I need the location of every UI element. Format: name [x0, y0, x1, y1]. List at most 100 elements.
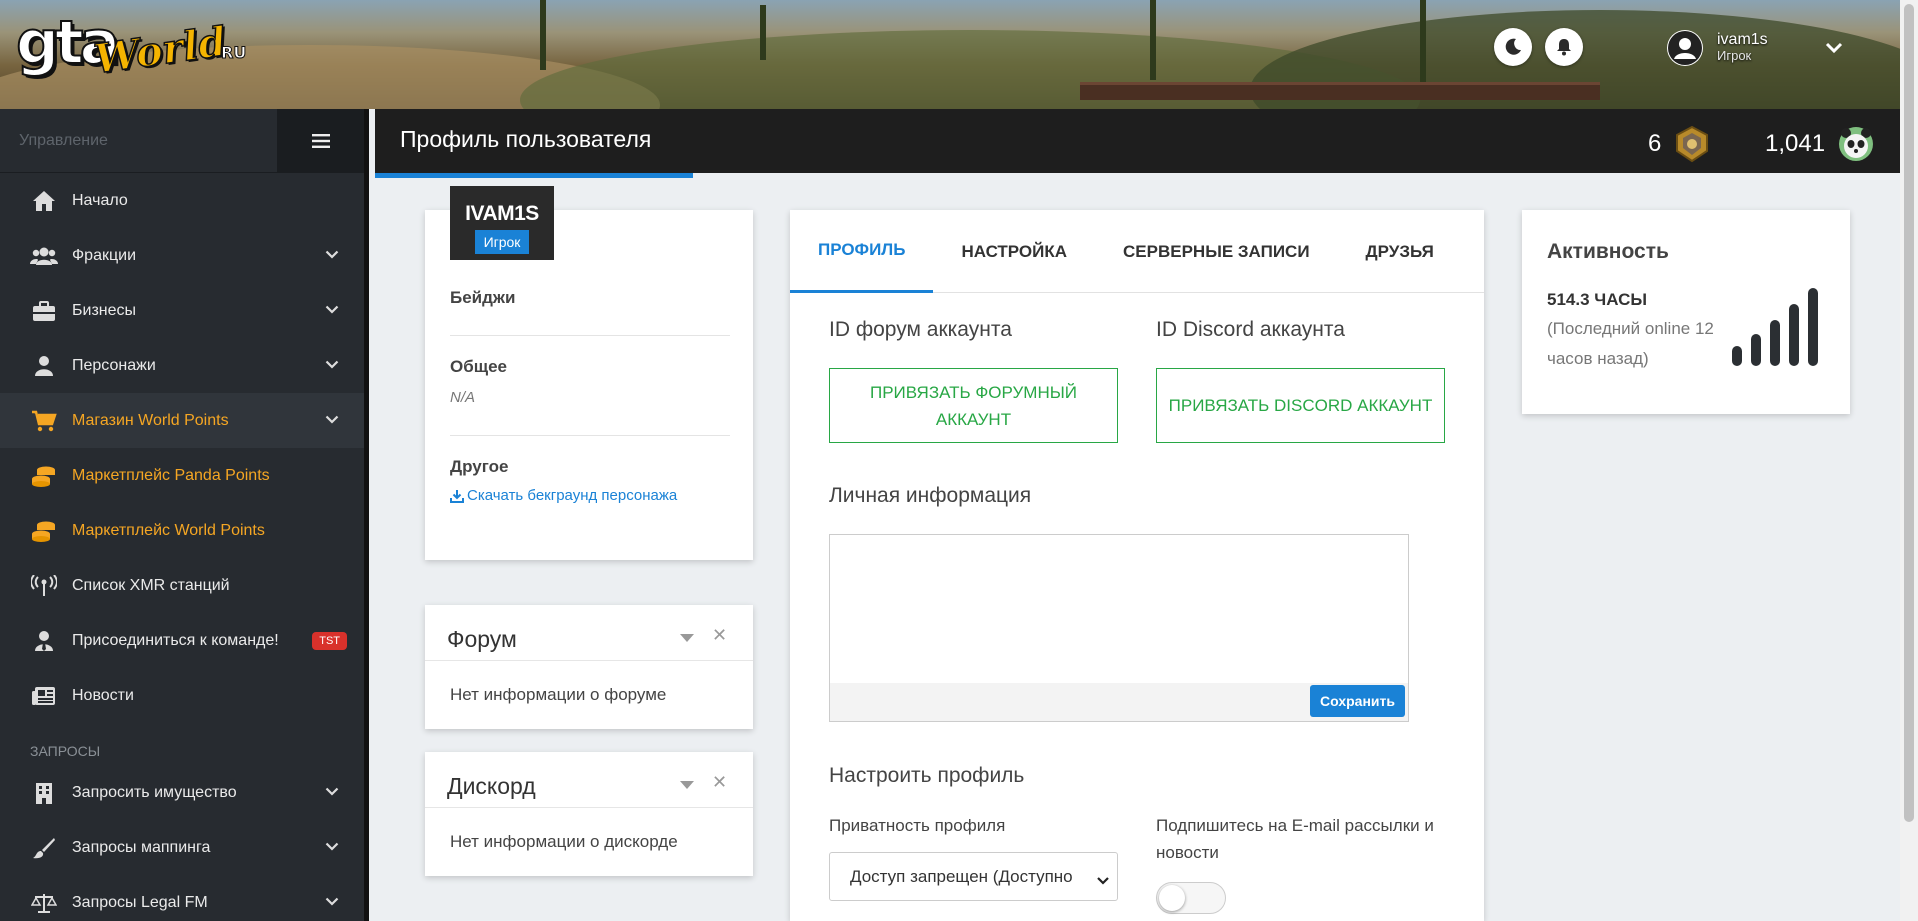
sidebar-item-news[interactable]: Новости [0, 668, 369, 723]
link-forum-button[interactable]: ПРИВЯЗАТЬ ФОРУМНЫЙ АККАУНТ [829, 368, 1118, 443]
page-scrollbar[interactable] [1900, 0, 1918, 921]
privacy-label: Приватность профиля [829, 816, 1006, 835]
user-menu[interactable]: ivam1s Игрок [1667, 26, 1843, 70]
chevron-down-icon [325, 838, 339, 856]
sidebar-item-world-marketplace[interactable]: Маркетплейс World Points [0, 503, 369, 558]
sidebar: Управление Начало Фракции Бизнесы Персон… [0, 108, 369, 921]
tab-server-records[interactable]: СЕРВЕРНЫЕ ЗАПИСИ [1095, 210, 1338, 293]
discord-id-heading: ID Discord аккаунта [1156, 318, 1345, 341]
antenna-icon [30, 573, 58, 599]
profile-name: IVAM1S [465, 202, 539, 225]
tab-friends[interactable]: ДРУЗЬЯ [1338, 210, 1462, 293]
profile-tabs: ПРОФИЛЬ НАСТРОЙКА СЕРВЕРНЫЕ ЗАПИСИ ДРУЗЬ… [790, 210, 1484, 293]
privacy-select[interactable]: Доступ запрещен (Доступно [829, 852, 1118, 901]
user-name: ivam1s [1717, 31, 1768, 48]
newspaper-icon [30, 683, 58, 709]
home-icon [30, 188, 58, 214]
forum-card-title: Форум [447, 626, 517, 652]
forum-card-body: Нет информации о форуме [450, 685, 667, 704]
scale-icon [30, 890, 58, 916]
sidebar-item-label: Новости [72, 686, 134, 704]
sidebar-item-label: Запросы Legal FM [72, 893, 208, 911]
tab-profile[interactable]: ПРОФИЛЬ [790, 210, 934, 293]
sidebar-item-label: Маркетплейс World Points [72, 521, 265, 539]
sidebar-item-label: Присоединиться к команде! [72, 631, 279, 649]
general-heading: Общее [450, 357, 507, 376]
configure-profile-heading: Настроить профиль [829, 764, 1025, 787]
sidebar-item-label: Запросы маппинга [72, 838, 211, 856]
sidebar-item-panda-marketplace[interactable]: Маркетплейс Panda Points [0, 448, 369, 503]
collapse-icon[interactable] [680, 629, 694, 647]
activity-last-online: (Последний online 12 часов назад) [1547, 319, 1714, 368]
sidebar-item-xmr-stations[interactable]: Список XMR станций [0, 558, 369, 613]
title-progress-bar [375, 173, 693, 178]
role-badge: Игрок [474, 230, 530, 254]
sidebar-item-join-team[interactable]: Присоединиться к команде! TST [0, 613, 369, 668]
user-avatar-icon [1668, 31, 1702, 65]
chevron-down-icon [325, 893, 339, 911]
site-logo[interactable]: gta World RU [15, 7, 247, 88]
hamburger-icon [311, 133, 330, 148]
activity-card: Активность 514.3 ЧАСЫ (Последний online … [1522, 210, 1850, 414]
discord-card: Дискорд ✕ Нет информации о дискорде [425, 752, 753, 876]
sidebar-item-label: Список XMR станций [72, 576, 230, 594]
user-tie-icon [30, 628, 58, 654]
discord-card-body: Нет информации о дискорде [450, 832, 678, 851]
close-icon[interactable]: ✕ [712, 772, 727, 793]
sidebar-item-label: Маркетплейс Panda Points [72, 466, 270, 484]
users-icon [30, 243, 58, 269]
building-icon [30, 780, 58, 806]
sidebar-item-home[interactable]: Начало [0, 173, 369, 228]
chevron-down-icon [1825, 38, 1843, 59]
other-heading: Другое [450, 457, 509, 476]
medal-icon [1676, 125, 1709, 163]
link-discord-button[interactable]: ПРИВЯЗАТЬ DISCORD АККАУНТ [1156, 368, 1445, 443]
chevron-down-icon [325, 411, 339, 429]
page-title: Профиль пользователя [400, 126, 652, 152]
user-icon [30, 353, 58, 379]
subscribe-toggle[interactable] [1156, 882, 1226, 914]
close-icon[interactable]: ✕ [712, 625, 727, 646]
dark-mode-button[interactable] [1494, 28, 1532, 66]
rank-value: 6 [1648, 130, 1662, 157]
sidebar-item-label: Бизнесы [72, 301, 137, 319]
sidebar-item-legal-fm-requests[interactable]: Запросы Legal FM [0, 875, 369, 921]
sidebar-toggle-button[interactable] [277, 108, 364, 173]
briefcase-icon [30, 298, 58, 324]
general-value: N/A [450, 389, 476, 406]
sidebar-item-characters[interactable]: Персонажи [0, 338, 369, 393]
sidebar-item-mapping-requests[interactable]: Запросы маппинга [0, 820, 369, 875]
tab-settings[interactable]: НАСТРОЙКА [933, 210, 1095, 293]
user-role: Игрок [1717, 48, 1752, 63]
download-icon [450, 489, 464, 503]
personal-info-textarea[interactable]: Сохранить [829, 534, 1409, 722]
collapse-icon[interactable] [680, 776, 694, 794]
panda-icon [1839, 127, 1874, 161]
points-value: 1,041 [1765, 130, 1826, 157]
notifications-button[interactable] [1545, 28, 1583, 66]
sidebar-item-factions[interactable]: Фракции [0, 228, 369, 283]
activity-hours: 514.3 ЧАСЫ [1547, 290, 1647, 309]
activity-level-icon [1732, 288, 1818, 366]
download-background-link[interactable]: Скачать бекграунд персонажа [450, 487, 730, 504]
forum-card: Форум ✕ Нет информации о форуме [425, 605, 753, 729]
chevron-down-icon [325, 246, 339, 264]
sidebar-item-label: Магазин World Points [72, 411, 229, 429]
points-stat: 1,041 [1765, 125, 1875, 163]
coins-icon [30, 518, 58, 544]
sidebar-scrollbar[interactable] [364, 109, 369, 921]
save-button[interactable]: Сохранить [1310, 685, 1405, 717]
status-badge: TST [312, 631, 347, 650]
sidebar-item-request-property[interactable]: Запросить имущество [0, 765, 369, 820]
sidebar-item-world-points-shop[interactable]: Магазин World Points [0, 393, 369, 448]
profile-card: Бейджи Общее N/A Другое Скачать бекграун… [425, 210, 753, 560]
sidebar-item-businesses[interactable]: Бизнесы [0, 283, 369, 338]
sidebar-label: Управление [19, 131, 108, 149]
chevron-down-icon [325, 783, 339, 801]
profile-name-box: IVAM1S Игрок [450, 186, 554, 260]
sidebar-section-requests: ЗАПРОСЫ [30, 743, 101, 759]
chevron-down-icon [325, 356, 339, 374]
coins-icon [30, 463, 58, 489]
privacy-select-value: Доступ запрещен (Доступно [850, 866, 1073, 886]
activity-title: Активность [1547, 240, 1669, 263]
